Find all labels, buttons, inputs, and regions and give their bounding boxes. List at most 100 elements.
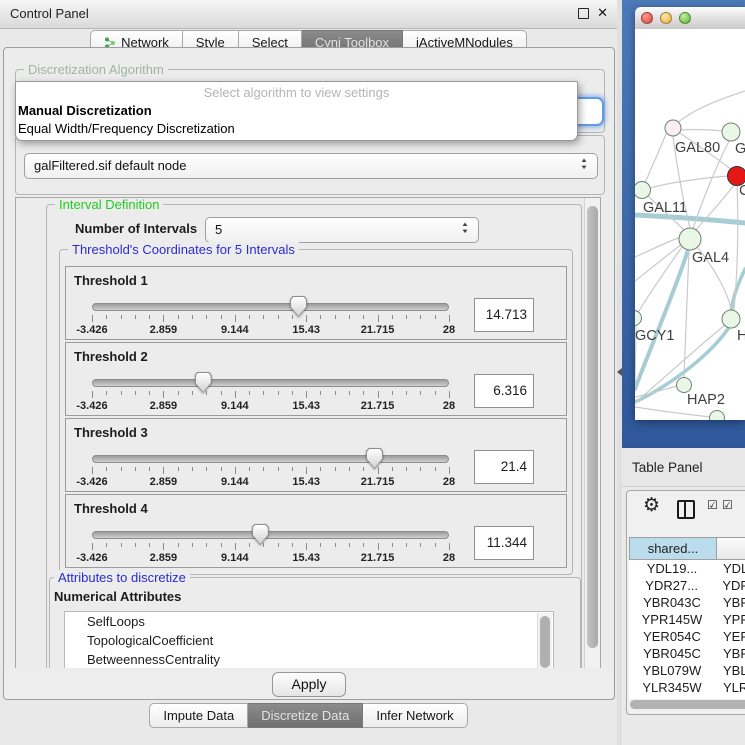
bottom-tab-discretize-data[interactable]: Discretize Data: [248, 703, 363, 728]
cell-name[interactable]: YER0: [715, 628, 745, 645]
tick-label: -3.426: [76, 324, 107, 336]
slider-thumb[interactable]: [252, 524, 269, 545]
attribute-item[interactable]: SelfLoops: [65, 612, 553, 631]
attribute-item[interactable]: BetweennessCentrality: [65, 650, 553, 669]
close-icon[interactable]: ✕: [597, 5, 608, 21]
slider-track[interactable]: [92, 455, 449, 463]
checkbox-select-icon[interactable]: ☑: [707, 498, 718, 512]
horizontal-scrollbar[interactable]: [629, 700, 745, 709]
float-window-icon[interactable]: [578, 8, 589, 19]
minimize-traffic-light-icon[interactable]: [660, 12, 672, 24]
network-node[interactable]: [677, 378, 692, 393]
table-row[interactable]: YDR27...YDR2: [629, 577, 745, 594]
network-node[interactable]: [635, 182, 651, 199]
node-label: GAL11: [643, 200, 687, 216]
network-edge[interactable]: [635, 250, 688, 389]
network-node[interactable]: [722, 123, 740, 141]
close-traffic-light-icon[interactable]: [641, 12, 653, 24]
table-row[interactable]: YBR043CYBR0: [629, 594, 745, 611]
network-edge[interactable]: [635, 386, 677, 397]
column-header-shared-name[interactable]: shared...: [629, 537, 717, 560]
threshold-value-field[interactable]: 6.316: [474, 374, 534, 408]
slider-track[interactable]: [92, 379, 449, 387]
attributes-title: Attributes to discretize: [54, 570, 190, 585]
network-edge[interactable]: [681, 130, 723, 131]
network-node[interactable]: [665, 120, 681, 136]
network-edge[interactable]: [635, 215, 745, 223]
cell-name[interactable]: YBR0: [715, 645, 745, 662]
cell-shared-name[interactable]: YIL052C: [629, 696, 715, 699]
table-row[interactable]: YPR145WYPR1: [629, 611, 745, 628]
slider-track[interactable]: [92, 531, 449, 539]
bottom-tab-impute-data[interactable]: Impute Data: [149, 703, 248, 728]
checkbox-select-all-icon[interactable]: ☑: [722, 498, 733, 512]
cell-name[interactable]: YDL1: [715, 560, 745, 577]
table-row[interactable]: YBR045CYBR0: [629, 645, 745, 662]
cell-shared-name[interactable]: YDR27...: [629, 577, 714, 594]
network-edge[interactable]: [650, 176, 728, 188]
column-header-name[interactable]: n: [717, 537, 745, 560]
cell-shared-name[interactable]: YLR345W: [629, 679, 715, 696]
table-row[interactable]: YLR345WYLR3: [629, 679, 745, 696]
table-row[interactable]: YBL079WYBL0: [629, 662, 745, 679]
scrollbar-thumb[interactable]: [630, 700, 745, 709]
cell-shared-name[interactable]: YER054C: [629, 628, 715, 645]
cell-name[interactable]: YIL0: [715, 696, 745, 699]
network-edge[interactable]: [635, 407, 710, 417]
algorithm-option-manual[interactable]: Manual Discretization: [18, 103, 152, 118]
network-edge[interactable]: [635, 243, 683, 281]
table-data-combobox[interactable]: galFiltered.sif default node ▲▼: [24, 153, 598, 179]
zoom-traffic-light-icon[interactable]: [679, 12, 691, 24]
cell-name[interactable]: YBR0: [715, 594, 745, 611]
gear-icon[interactable]: ⚙: [643, 494, 660, 517]
cell-shared-name[interactable]: YBR045C: [629, 645, 715, 662]
cell-name[interactable]: YDR2: [714, 577, 745, 594]
control-panel-titlebar: Control Panel ✕: [0, 0, 617, 29]
network-node[interactable]: [679, 228, 701, 250]
spinner-arrows-icon[interactable]: ▲▼: [579, 158, 589, 172]
slider-thumb[interactable]: [195, 372, 212, 393]
threshold-slider[interactable]: -3.4262.8599.14415.4321.71528: [92, 370, 449, 412]
cell-shared-name[interactable]: YBL079W: [629, 662, 715, 679]
tick-label: 15.43: [292, 552, 320, 564]
scrollbar-thumb[interactable]: [587, 206, 598, 648]
threshold-slider[interactable]: -3.4262.8599.14415.4321.71528: [92, 294, 449, 336]
table-row[interactable]: YIL052CYIL0: [629, 696, 745, 699]
algorithm-option-equal-width[interactable]: Equal Width/Frequency Discretization: [18, 121, 235, 136]
threshold-value-field[interactable]: 11.344: [474, 526, 534, 560]
network-edge[interactable]: [635, 237, 681, 257]
cell-name[interactable]: YPR1: [715, 611, 745, 628]
network-edge[interactable]: [645, 134, 666, 183]
cell-shared-name[interactable]: YBR043C: [629, 594, 715, 611]
network-edge[interactable]: [675, 91, 745, 125]
numerical-attributes-list[interactable]: SelfLoopsTopologicalCoefficientBetweenne…: [64, 611, 554, 669]
threshold-slider[interactable]: -3.4262.8599.14415.4321.71528: [92, 522, 449, 564]
network-node[interactable]: [722, 310, 740, 328]
cell-name[interactable]: YBL0: [715, 662, 745, 679]
slider-thumb[interactable]: [290, 296, 307, 317]
threshold-slider[interactable]: -3.4262.8599.14415.4321.71528: [92, 446, 449, 488]
threshold-box: Threshold 4-3.4262.8599.14415.4321.71528…: [65, 494, 567, 568]
network-node[interactable]: [635, 311, 642, 326]
attribute-item[interactable]: TopologicalCoefficient: [65, 631, 553, 650]
spinner-arrows-icon[interactable]: ▲▼: [460, 222, 470, 236]
table-row[interactable]: YER054CYER0: [629, 628, 745, 645]
panel-scrollbar[interactable]: [584, 198, 600, 668]
threshold-value-field[interactable]: 14.713: [474, 298, 534, 332]
network-graph[interactable]: GAL80GAGAL11CGAL4GCY1HHAP2: [635, 29, 745, 420]
cell-name[interactable]: YLR3: [715, 679, 745, 696]
network-canvas[interactable]: GAL80GAGAL11CGAL4GCY1HHAP2: [635, 29, 745, 420]
cell-shared-name[interactable]: YPR145W: [629, 611, 715, 628]
cell-shared-name[interactable]: YDL19...: [629, 560, 715, 577]
number-of-intervals-combobox[interactable]: 5 ▲▼: [205, 217, 479, 243]
list-scrollbar[interactable]: [537, 613, 552, 669]
apply-button[interactable]: Apply: [272, 672, 346, 697]
column-layout-icon[interactable]: [677, 500, 695, 519]
slider-thumb[interactable]: [366, 448, 383, 469]
bottom-tab-infer-network[interactable]: Infer Network: [363, 703, 467, 728]
network-window[interactable]: GAL80GAGAL11CGAL4GCY1HHAP2: [635, 7, 745, 420]
network-node[interactable]: [710, 411, 725, 421]
table-row[interactable]: YDL19...YDL1: [629, 560, 745, 577]
slider-track[interactable]: [92, 303, 449, 311]
threshold-value-field[interactable]: 21.4: [474, 450, 534, 484]
